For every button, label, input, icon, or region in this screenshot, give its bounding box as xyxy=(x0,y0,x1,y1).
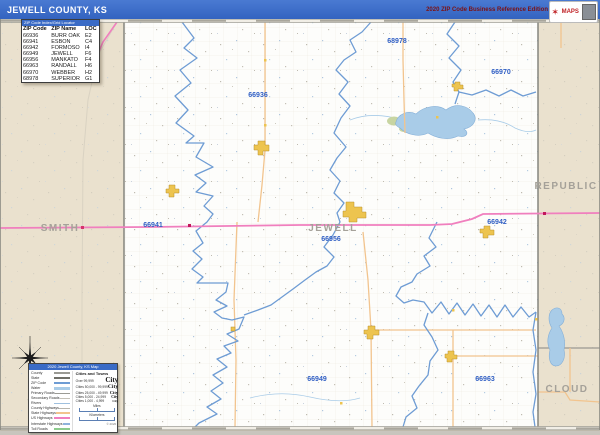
secondary-road-sample xyxy=(59,397,70,399)
legend-item: County Highways xyxy=(31,406,70,411)
primary-road-sample xyxy=(54,392,70,394)
zip-label-66956: 66956 xyxy=(321,236,341,243)
toll-road-sample xyxy=(53,427,70,430)
brand-logo: ✶ MAPS xyxy=(549,1,598,23)
river-sample xyxy=(53,402,70,404)
legend-item: Interstate Highways xyxy=(31,421,70,426)
county-highway-sample xyxy=(58,407,70,409)
logo-card-icon xyxy=(581,4,596,20)
table-row: 66970 WEBBER H2 xyxy=(22,70,99,76)
zip-index-header-row: ZIP Code ZIP Name LOC xyxy=(22,26,99,33)
se-lake xyxy=(547,307,565,367)
col-loc: LOC xyxy=(85,26,97,32)
legend-item: Secondary Roads xyxy=(31,396,70,401)
zip-label-68978: 68978 xyxy=(387,38,407,45)
zip-label-66941: 66941 xyxy=(143,222,163,229)
legend-item: State Highways xyxy=(31,411,70,416)
legend-item: Primary Roads xyxy=(31,391,70,396)
zip-label-66949: 66949 xyxy=(307,376,327,383)
col-zip-code: ZIP Code xyxy=(23,26,47,32)
cell-zip: 68978 xyxy=(23,75,39,82)
page-title: JEWELL COUNTY, KS xyxy=(7,4,108,15)
legend-item: County xyxy=(31,371,70,376)
legend-cities-column: Cities and Towns Over 99,999 City Cities … xyxy=(73,371,119,431)
city-class: Cities 1,000 - 4,999 City xyxy=(75,399,119,403)
legend-item: ZIP Code xyxy=(31,381,70,386)
interstate-sample xyxy=(62,422,70,425)
water-sample xyxy=(53,386,70,390)
county-label-smith: SMITH xyxy=(41,223,80,234)
legend-item: US Highways xyxy=(31,416,70,421)
zip-line-sample xyxy=(53,382,70,385)
county-line-sample xyxy=(53,372,70,375)
us-highway-sample xyxy=(53,417,70,420)
map-document: { "header": { "title": "JEWELL COUNTY, K… xyxy=(0,0,600,435)
legend-line-items: County State ZIP Code Water Primary Road… xyxy=(31,371,73,431)
cell-name: SUPERIOR xyxy=(51,75,80,82)
legend-item: Toll Roads xyxy=(31,426,70,431)
legend-item: Rivers xyxy=(31,401,70,406)
scale-bar-miles: Miles xyxy=(76,404,119,412)
col-zip-name: ZIP Name xyxy=(51,26,77,32)
city-class: Over 99,999 City xyxy=(75,376,119,384)
zip-label-66963: 66963 xyxy=(475,376,495,383)
logo-star-icon: ✶ xyxy=(551,6,559,17)
zip-label-66942: 66942 xyxy=(487,219,507,226)
county-label-republic: REPUBLIC xyxy=(534,181,597,192)
zip-label-66936: 66936 xyxy=(248,92,268,99)
legend-item: State xyxy=(31,376,70,381)
scale-bar-kilometers: Kilometers xyxy=(76,413,119,421)
title-bar: JEWELL COUNTY, KS 2020 ZIP Code Business… xyxy=(0,0,600,19)
table-row: 68978 SUPERIOR G1 xyxy=(22,76,99,82)
zip-index-table: ZIP Code Index/Grid Locator ZIP Code ZIP… xyxy=(21,19,100,83)
cell-loc: G1 xyxy=(85,75,93,82)
state-highway-sample xyxy=(55,412,70,415)
legend-item: Water xyxy=(31,386,70,391)
map-legend: 2020 Jewell County, KS Map County State … xyxy=(28,363,118,433)
state-line-sample xyxy=(53,377,70,380)
logo-brand-text: MAPS xyxy=(561,9,579,15)
county-label-jewell: JEWELL xyxy=(308,223,358,234)
copyright-text: © 2020 xyxy=(106,422,117,426)
county-label-cloud: CLOUD xyxy=(545,384,588,395)
table-row: 66963 RANDALL H6 xyxy=(22,63,99,69)
zip-label-66970: 66970 xyxy=(491,69,511,76)
